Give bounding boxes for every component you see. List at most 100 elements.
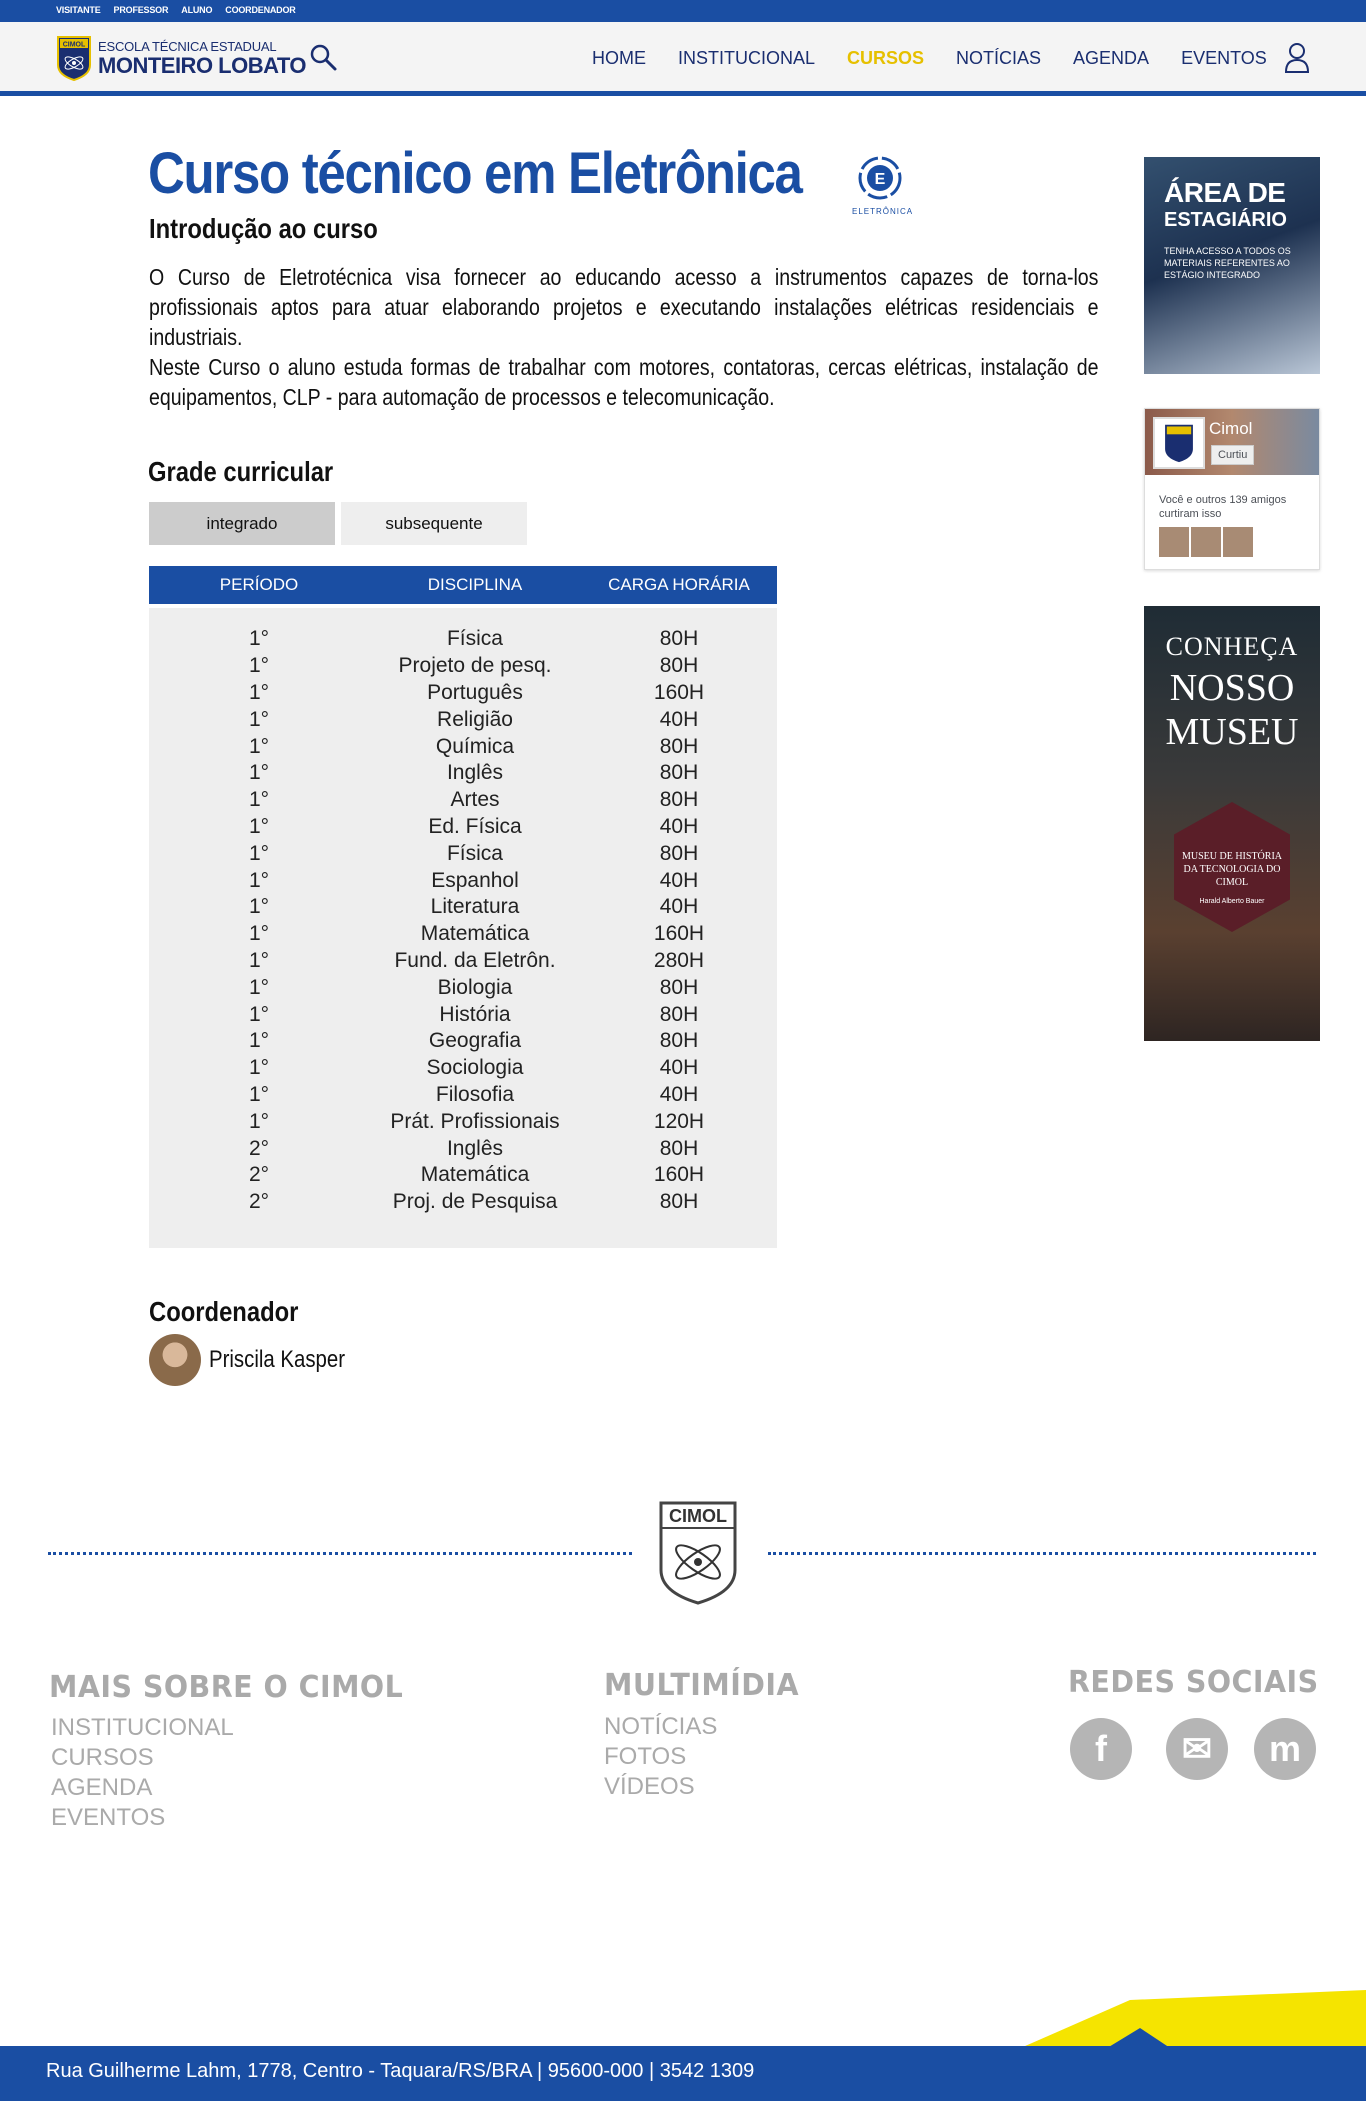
table-header: PERÍODO DISCIPLINA CARGA HORÁRIA	[149, 566, 777, 604]
nav-noticias[interactable]: NOTÍCIAS	[956, 48, 1041, 69]
intro-paragraph-2: Neste Curso o aluno estuda formas de tra…	[149, 354, 1099, 410]
cell-carga-horaria: 80H	[659, 788, 699, 812]
header-disciplina: DISCIPLINA	[427, 575, 523, 594]
link-visitante[interactable]: VISITANTE	[56, 5, 101, 15]
user-type-links: VISITANTE PROFESSOR ALUNO COORDENADOR	[56, 5, 296, 15]
friend-avatar[interactable]	[1159, 527, 1189, 557]
cell-periodo: 1°	[248, 868, 270, 892]
school-subtitle: ESCOLA TÉCNICA ESTADUAL	[98, 38, 277, 54]
tab-integrado[interactable]: integrado	[149, 502, 335, 545]
nav-cursos[interactable]: CURSOS	[847, 48, 924, 69]
cell-carga-horaria: 80H	[659, 1136, 699, 1160]
coordinator-name: Priscila Kasper	[209, 1346, 346, 1373]
nav-eventos[interactable]: EVENTOS	[1181, 48, 1267, 69]
svg-text:CIMOL: CIMOL	[63, 42, 86, 49]
table-row: 1° Ed. Física 40H	[149, 814, 777, 841]
facebook-page-name[interactable]: Cimol	[1209, 419, 1252, 439]
moodle-icon[interactable]: m	[1254, 1718, 1316, 1780]
footer-link-agenda[interactable]: AGENDA	[51, 1774, 152, 1802]
footer-divider-right	[768, 1552, 1316, 1556]
cell-disciplina: Espanhol	[431, 868, 519, 892]
user-icon[interactable]	[1284, 42, 1310, 74]
tab-subsequente[interactable]: subsequente	[341, 502, 527, 545]
grade-heading: Grade curricular	[148, 456, 334, 487]
cell-disciplina: Física	[446, 627, 503, 651]
nav-home[interactable]: HOME	[592, 48, 646, 69]
school-logo[interactable]: CIMOL ESCOLA TÉCNICA ESTADUAL MONTEIRO L…	[56, 35, 307, 81]
footer-link-institucional[interactable]: INSTITUCIONAL	[51, 1714, 234, 1742]
cell-carga-horaria: 280H	[653, 948, 705, 972]
cell-periodo: 1°	[248, 922, 270, 946]
cell-disciplina: Física	[446, 841, 503, 865]
cell-disciplina: Projeto de pesq.	[398, 654, 552, 678]
cimol-crest-icon: CIMOL	[57, 36, 91, 81]
cell-periodo: 1°	[248, 707, 270, 731]
footer-link-cursos[interactable]: CURSOS	[51, 1744, 154, 1772]
cell-carga-horaria: 80H	[659, 627, 699, 651]
footer-col2-title: MULTIMÍDIA	[604, 1668, 800, 1703]
internship-banner-text: TENHA ACESSO A TODOS OS MATERIAIS REFERE…	[1164, 246, 1291, 280]
cell-disciplina: Prát. Profissionais	[390, 1109, 560, 1133]
internship-area-banner[interactable]: ÁREA DE ESTAGIÁRIO TENHA ACESSO A TODOS …	[1144, 157, 1320, 374]
cell-disciplina: Química	[435, 734, 515, 758]
footer-link-videos[interactable]: VÍDEOS	[604, 1773, 695, 1801]
table-row: 1° Geografia 80H	[149, 1028, 777, 1055]
table-body: 1° Física 80H 1° Projeto de pesq. 80H 1° Portug…	[149, 608, 777, 1248]
cell-disciplina: Biologia	[437, 975, 513, 999]
footer-link-eventos[interactable]: EVENTOS	[51, 1804, 165, 1832]
page-title-row: Curso técnico em Eletrônica	[148, 140, 891, 207]
museum-name: MUSEU DE HISTÓRIA DA TECNOLOGIA DO CIMOL	[1182, 851, 1282, 888]
facebook-page-logo[interactable]	[1153, 417, 1205, 469]
cell-periodo: 1°	[248, 1082, 270, 1106]
facebook-icon[interactable]: f	[1070, 1718, 1132, 1780]
table-row: 1° Religião 40H	[149, 706, 777, 733]
link-professor[interactable]: PROFESSOR	[114, 5, 169, 15]
link-coordenador[interactable]: COORDENADOR	[225, 5, 296, 15]
museum-author: Harald Alberto Bauer	[1199, 898, 1265, 905]
table-row: 1° Filosofia 40H	[149, 1082, 777, 1109]
electronics-icon: E	[858, 156, 902, 200]
cell-carga-horaria: 40H	[659, 707, 699, 731]
museum-banner[interactable]: CONHEÇA NOSSO MUSEU MUSEU DE HISTÓRIA DA …	[1144, 606, 1320, 1041]
search-icon[interactable]	[308, 42, 338, 72]
table-row: 1° Sociologia 40H	[149, 1055, 777, 1082]
nav-agenda[interactable]: AGENDA	[1073, 48, 1149, 69]
museum-banner-line1: CONHEÇA	[1165, 632, 1299, 661]
footer-col3-title: REDES SOCIAIS	[1068, 1665, 1319, 1700]
table-row: 2° Proj. de Pesquisa 80H	[149, 1189, 777, 1216]
curriculum-tabs: integrado subsequente	[149, 502, 527, 545]
cell-disciplina: Fund. da Eletrôn.	[394, 948, 556, 972]
nav-institucional[interactable]: INSTITUCIONAL	[678, 48, 815, 69]
cell-periodo: 1°	[248, 734, 270, 758]
facebook-friend-faces	[1159, 527, 1253, 557]
page-title: Curso técnico em Eletrônica	[148, 141, 803, 206]
course-badge-label: ELETRÔNICA	[852, 207, 914, 216]
cell-carga-horaria: 80H	[659, 1029, 699, 1053]
top-bar: VISITANTE PROFESSOR ALUNO COORDENADOR	[0, 0, 1366, 22]
cell-carga-horaria: 80H	[659, 975, 699, 999]
friend-avatar[interactable]	[1223, 527, 1253, 557]
cell-carga-horaria: 80H	[659, 761, 699, 785]
cell-carga-horaria: 40H	[659, 895, 699, 919]
footer-link-fotos[interactable]: FOTOS	[604, 1743, 686, 1771]
cell-periodo: 1°	[248, 627, 270, 651]
cell-periodo: 1°	[248, 1029, 270, 1053]
museum-banner-line2: NOSSO MUSEU	[1165, 667, 1299, 753]
mail-icon[interactable]: ✉	[1166, 1718, 1228, 1780]
cell-disciplina: Literatura	[430, 895, 520, 919]
table-row: 2° Inglês 80H	[149, 1135, 777, 1162]
friend-avatar[interactable]	[1191, 527, 1221, 557]
cell-disciplina: Proj. de Pesquisa	[392, 1190, 558, 1214]
facebook-cover: Cimol Curtiu	[1145, 409, 1319, 475]
avatar	[149, 1334, 201, 1386]
facebook-friends-text: Você e outros 139 amigos curtiram isso	[1159, 494, 1287, 520]
cell-carga-horaria: 80H	[659, 734, 699, 758]
footer-link-noticias[interactable]: NOTÍCIAS	[604, 1713, 717, 1741]
intro-paragraph-1: O Curso de Eletrotécnica visa fornecer a…	[149, 264, 1099, 350]
cell-periodo: 2°	[248, 1163, 270, 1187]
cell-carga-horaria: 80H	[659, 1002, 699, 1026]
svg-text:CIMOL: CIMOL	[669, 1506, 727, 1526]
facebook-like-button[interactable]: Curtiu	[1211, 445, 1255, 465]
table-row: 1° História 80H	[149, 1001, 777, 1028]
link-aluno[interactable]: ALUNO	[181, 5, 212, 15]
